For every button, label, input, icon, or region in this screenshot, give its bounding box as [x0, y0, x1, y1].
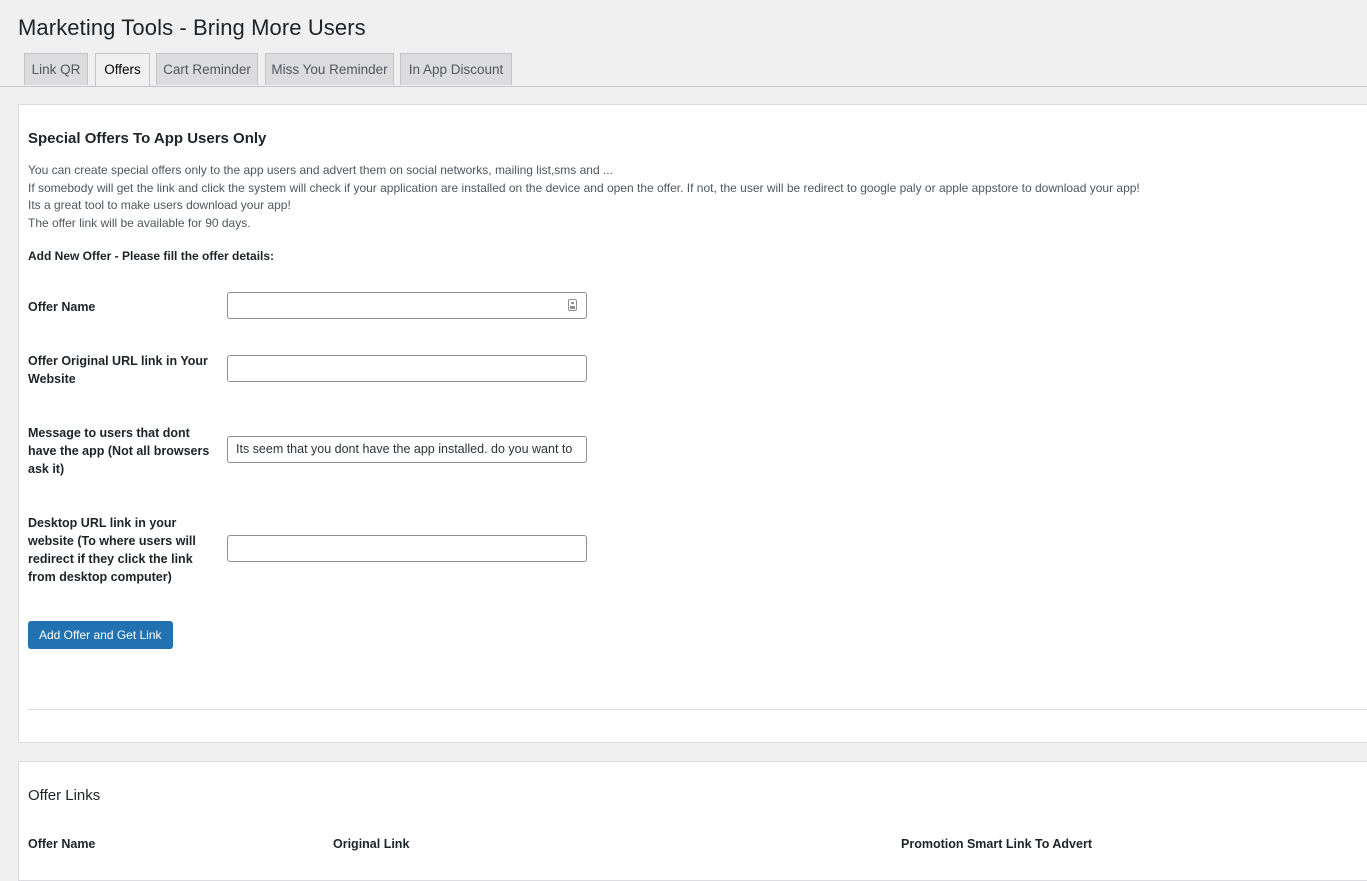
description-line: If somebody will get the link and click … [28, 180, 1140, 195]
description-line: Its a great tool to make users download … [28, 198, 291, 213]
offer-links-panel: Offer Links Offer Name Original Link Pro… [18, 761, 1367, 881]
page-title: Marketing Tools - Bring More Users [18, 15, 366, 40]
add-offer-subheading: Add New Offer - Please fill the offer de… [28, 249, 275, 263]
offer-links-title: Offer Links [28, 787, 101, 804]
tab-bar: Link QR Offers Cart Reminder Miss You Re… [0, 53, 1367, 87]
tab-in-app-discount[interactable]: In App Discount [400, 53, 512, 85]
offers-panel: Special Offers To App Users Only You can… [18, 104, 1367, 743]
description-line: You can create special offers only to th… [28, 163, 613, 177]
message-input[interactable]: Its seem that you dont have the app inst… [227, 436, 587, 463]
divider [28, 709, 1367, 710]
original-url-input[interactable] [227, 355, 587, 382]
tab-offers[interactable]: Offers [95, 53, 150, 86]
message-label: Message to users that dont have the app … [28, 426, 210, 476]
desktop-url-input[interactable] [227, 535, 587, 562]
offers-description: You can create special offers only to th… [28, 162, 1140, 233]
description-line: The offer link will be available for 90 … [28, 216, 251, 231]
column-header-original-link: Original Link [333, 837, 410, 851]
tab-miss-you-reminder[interactable]: Miss You Reminder [265, 53, 394, 85]
offer-name-label: Offer Name [28, 300, 96, 314]
offers-section-title: Special Offers To App Users Only [28, 130, 267, 147]
add-offer-button[interactable]: Add Offer and Get Link [28, 621, 173, 649]
tab-cart-reminder[interactable]: Cart Reminder [156, 53, 258, 85]
offer-name-input[interactable] [227, 292, 587, 319]
original-url-label: Offer Original URL link in Your Website [28, 354, 208, 386]
message-value: Its seem that you dont have the app inst… [236, 442, 573, 456]
autofill-icon[interactable] [568, 299, 577, 311]
desktop-url-label: Desktop URL link in your website (To whe… [28, 516, 196, 584]
column-header-promotion-link: Promotion Smart Link To Advert [901, 837, 1092, 851]
column-header-offer-name: Offer Name [28, 837, 96, 851]
tab-link-qr[interactable]: Link QR [24, 53, 88, 85]
